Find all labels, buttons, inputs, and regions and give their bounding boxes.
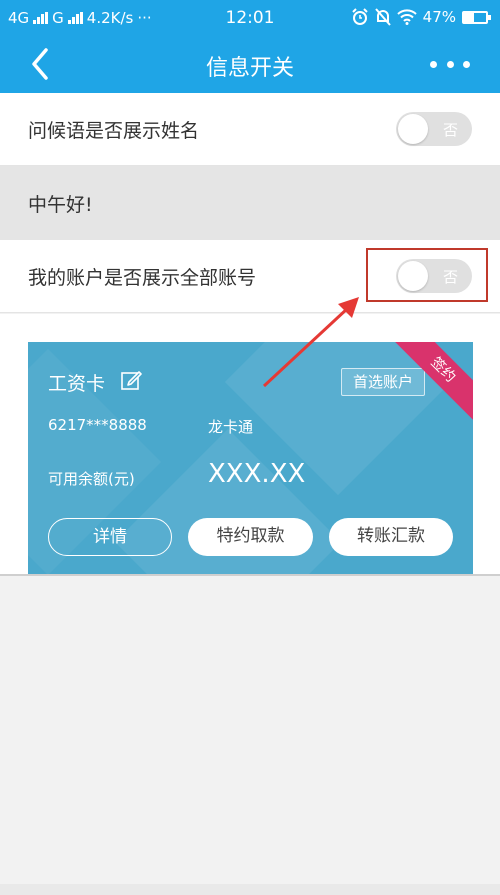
edit-icon[interactable]	[120, 369, 142, 391]
card-type: 龙卡通	[208, 418, 254, 436]
setting-label-all-accounts: 我的账户是否展示全部账号	[28, 266, 257, 289]
mute-icon	[374, 8, 391, 26]
navbar: 信息开关	[0, 36, 500, 93]
setting-label-greeting-name: 问候语是否展示姓名	[28, 119, 200, 142]
battery-icon	[462, 10, 491, 24]
greeting-name-toggle[interactable]: 否	[396, 112, 472, 146]
bottom-strip	[0, 884, 500, 895]
app-header: 4G G 4.2K/s ··· 12:01 47% 信息开关	[0, 0, 500, 93]
balance-value: XXX.XX	[208, 459, 306, 489]
details-button[interactable]: 详情	[48, 518, 172, 556]
setting-row-greeting-name: 问候语是否展示姓名 否	[0, 93, 500, 166]
annotation-highlight-box	[366, 248, 488, 302]
card-name: 工资卡	[48, 373, 106, 395]
wifi-icon	[396, 9, 417, 25]
account-card[interactable]: 工资卡 首选账户 签约 6217***8888 龙卡通 可用余额(元) XXX.…	[28, 342, 473, 574]
toggle-off-label: 否	[442, 121, 458, 139]
alarm-icon	[351, 8, 368, 25]
transfer-button[interactable]: 转账汇款	[329, 518, 453, 556]
status-bar: 4G G 4.2K/s ··· 12:01 47%	[0, 0, 500, 36]
balance-label: 可用余额(元)	[48, 470, 135, 488]
more-options-icon[interactable]	[430, 50, 470, 78]
preferred-account-badge: 首选账户	[341, 368, 425, 396]
page-title: 信息开关	[205, 56, 294, 81]
status-right: 47%	[351, 8, 491, 26]
greeting-preview: 中午好!	[0, 166, 500, 240]
card-section: 工资卡 首选账户 签约 6217***8888 龙卡通 可用余额(元) XXX.…	[0, 314, 500, 576]
toggle-knob	[398, 114, 428, 144]
card-number: 6217***8888	[48, 416, 147, 434]
battery-percent: 47%	[422, 8, 456, 26]
special-withdrawal-button[interactable]: 特约取款	[188, 518, 313, 556]
